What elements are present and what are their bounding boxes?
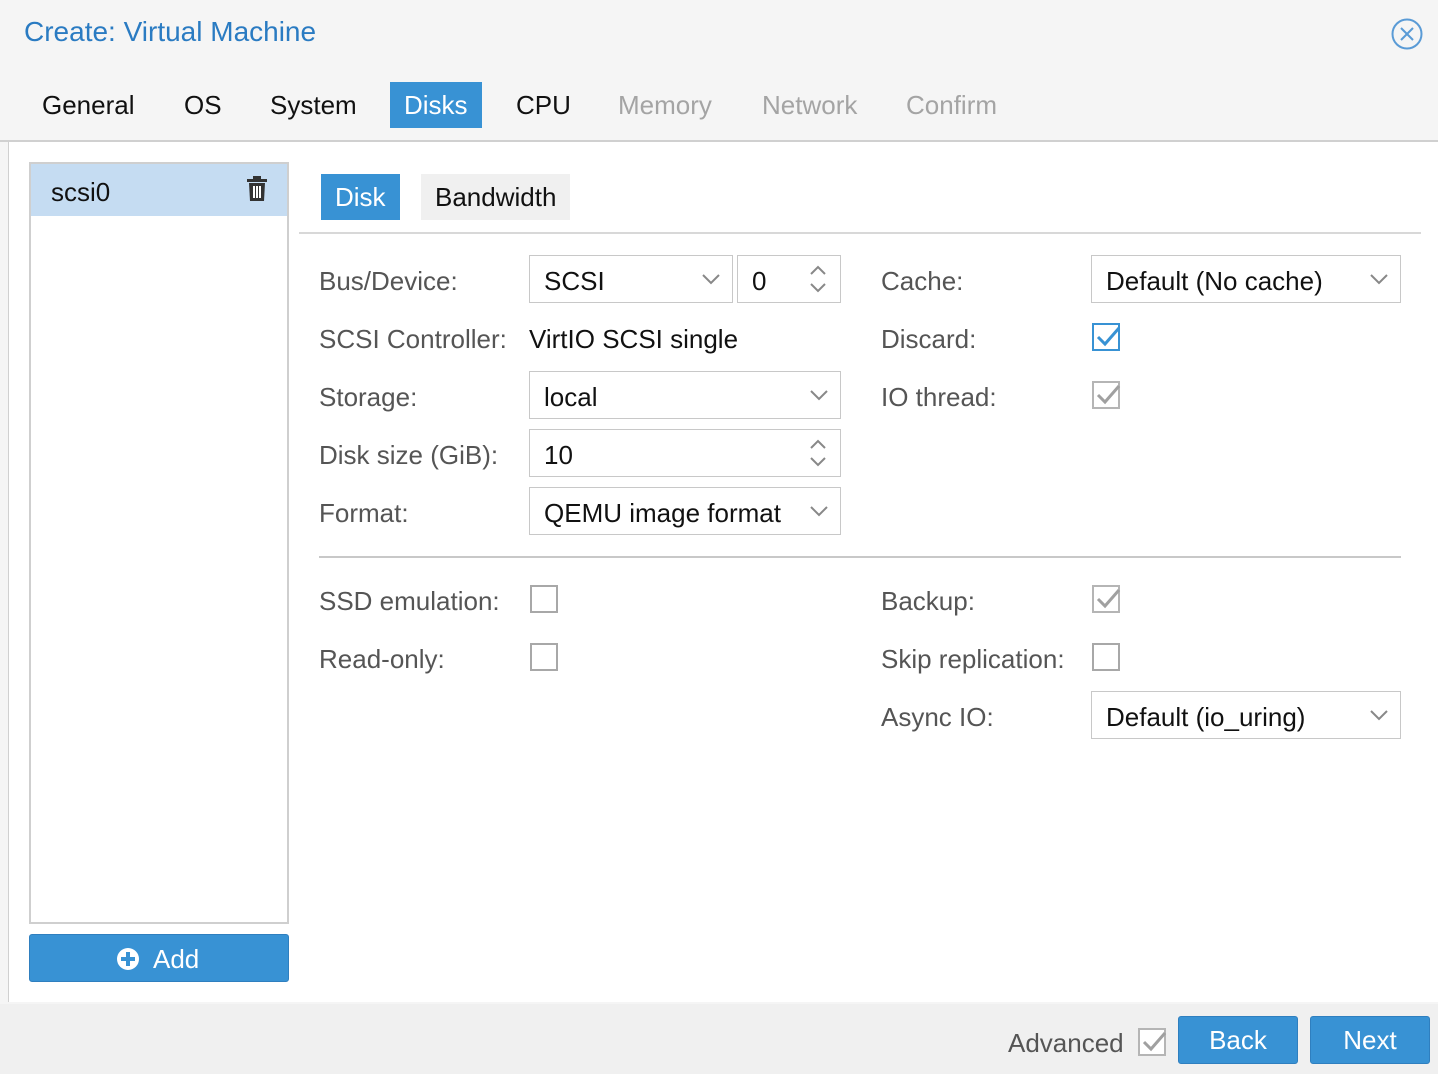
backup-label: Backup: (881, 586, 975, 616)
tab-confirm: Confirm (906, 90, 998, 120)
chevron-down-icon[interactable] (808, 384, 830, 406)
spinner-arrows-icon[interactable] (808, 262, 828, 296)
disk-list-item-scsi0[interactable]: scsi0 (31, 164, 287, 216)
backup-checkbox[interactable] (1092, 585, 1121, 613)
disk-size-value: 10 (544, 440, 573, 470)
disk-item-label: scsi0 (51, 177, 111, 207)
chevron-down-icon[interactable] (1368, 268, 1390, 290)
storage-label: Storage: (319, 382, 418, 412)
add-button-label: Add (153, 944, 200, 974)
skip-replication-label: Skip replication: (881, 644, 1065, 674)
scsi-controller-value: VirtIO SCSI single (529, 324, 739, 354)
storage-value: local (544, 382, 598, 412)
tab-general[interactable]: General (28, 82, 149, 128)
dialog-title: Create: Virtual Machine (24, 16, 317, 47)
device-number-stepper[interactable]: 0 (737, 255, 841, 303)
async-io-value: Default (io_uring) (1106, 702, 1306, 732)
add-disk-button[interactable]: Add (29, 934, 289, 982)
discard-label: Discard: (881, 324, 977, 354)
tab-disks[interactable]: Disks (390, 82, 482, 128)
disk-size-stepper[interactable]: 10 (529, 429, 841, 477)
dialog-titlebar: Create: Virtual Machine (0, 0, 1438, 70)
device-number-value: 0 (752, 266, 767, 296)
plus-circle-icon (116, 947, 140, 971)
dialog-footer: Advanced Back Next (0, 1004, 1438, 1074)
create-vm-dialog: Create: Virtual Machine General OS Syste… (0, 0, 1438, 1074)
skip-replication-checkbox[interactable] (1092, 643, 1120, 671)
advanced-label: Advanced (1008, 1028, 1124, 1058)
io-thread-checkbox[interactable] (1092, 381, 1121, 409)
cache-label: Cache: (881, 266, 964, 296)
spinner-arrows-icon[interactable] (808, 436, 828, 470)
bus-select[interactable]: SCSI (529, 255, 733, 303)
next-button[interactable]: Next (1310, 1016, 1430, 1064)
format-select[interactable]: QEMU image format (529, 487, 841, 535)
discard-checkbox[interactable] (1092, 323, 1121, 351)
format-label: Format: (319, 498, 409, 528)
tab-bandwidth[interactable]: Bandwidth (421, 174, 571, 220)
io-thread-label: IO thread: (881, 382, 997, 412)
tab-system[interactable]: System (256, 82, 371, 128)
scsi-controller-label: SCSI Controller: (319, 324, 507, 354)
disk-list: scsi0 (29, 162, 289, 924)
async-io-label: Async IO: (881, 702, 994, 732)
trash-icon[interactable] (245, 176, 269, 202)
wizard-tab-bar: General OS System Disks CPU Memory Netwo… (0, 80, 1438, 142)
ssd-emulation-checkbox[interactable] (530, 585, 558, 613)
close-icon[interactable] (1390, 17, 1424, 51)
tab-disk[interactable]: Disk (321, 174, 400, 220)
advanced-checkbox[interactable] (1138, 1028, 1167, 1056)
async-io-select[interactable]: Default (io_uring) (1091, 691, 1401, 739)
chevron-down-icon[interactable] (808, 500, 830, 522)
chevron-down-icon[interactable] (700, 268, 722, 290)
bus-value: SCSI (544, 266, 605, 296)
disk-options-tab-bar: Disk Bandwidth (299, 142, 1421, 234)
chevron-down-icon[interactable] (1368, 704, 1390, 726)
section-divider (319, 556, 1401, 558)
tab-network: Network (762, 90, 858, 120)
wizard-body: scsi0 Add Disk Bandwidth Bus/Device: SCS… (8, 142, 1438, 1002)
read-only-checkbox[interactable] (530, 643, 558, 671)
disk-size-label: Disk size (GiB): (319, 440, 499, 470)
ssd-emulation-label: SSD emulation: (319, 586, 500, 616)
bus-device-label: Bus/Device: (319, 266, 458, 296)
cache-select[interactable]: Default (No cache) (1091, 255, 1401, 303)
tab-cpu[interactable]: CPU (502, 82, 585, 128)
read-only-label: Read-only: (319, 644, 445, 674)
back-button[interactable]: Back (1178, 1016, 1298, 1064)
tab-os[interactable]: OS (170, 82, 236, 128)
format-value: QEMU image format (544, 498, 781, 528)
tab-memory: Memory (618, 90, 712, 120)
cache-value: Default (No cache) (1106, 266, 1323, 296)
storage-select[interactable]: local (529, 371, 841, 419)
